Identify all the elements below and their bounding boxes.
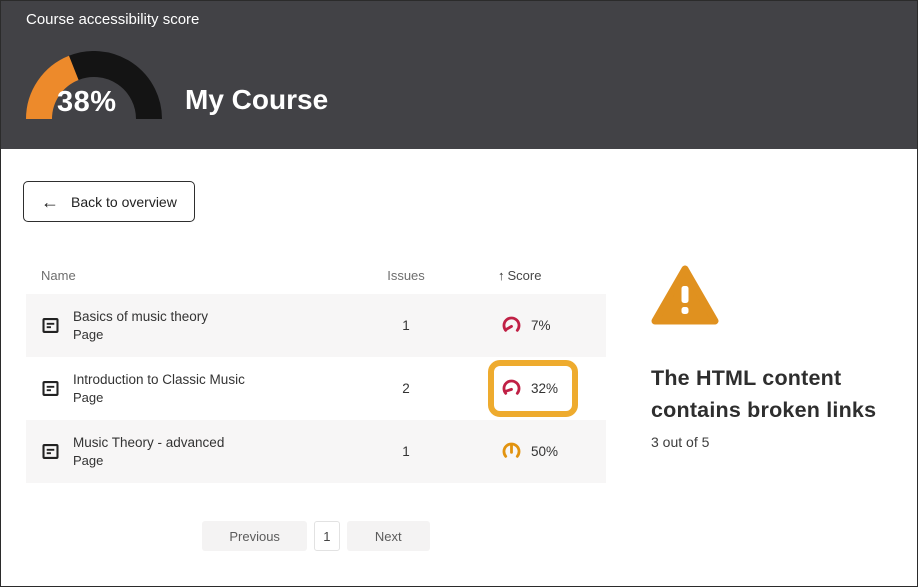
issue-detail-panel: The HTML content contains broken links 3…: [651, 265, 918, 450]
previous-page-button[interactable]: Previous: [202, 521, 307, 551]
issue-count: 3 out of 5: [651, 434, 918, 450]
course-title: My Course: [185, 84, 328, 116]
page-number-button[interactable]: 1: [314, 521, 340, 551]
column-header-issues[interactable]: Issues: [361, 268, 451, 283]
course-header: Course accessibility score 38% My Course: [1, 1, 917, 149]
table-body: Basics of music theory Page 1 7%: [26, 294, 606, 483]
issues-count: 1: [361, 444, 451, 459]
score-cell[interactable]: 7%: [451, 294, 606, 357]
score-value: 7%: [531, 318, 551, 333]
score-value: 50%: [531, 444, 558, 459]
content-name-cell: Basics of music theory Page: [26, 308, 361, 343]
content-title: Introduction to Classic Music: [73, 371, 245, 389]
issue-heading: The HTML content contains broken links: [651, 362, 918, 426]
header-eyebrow-label: Course accessibility score: [26, 11, 199, 28]
content-title: Music Theory - advanced: [73, 434, 224, 452]
content-name-lines: Introduction to Classic Music Page: [73, 371, 245, 406]
back-to-overview-button[interactable]: ← Back to overview: [23, 181, 195, 222]
score-header-label: Score: [508, 268, 542, 283]
content-type: Page: [73, 452, 224, 469]
pagination: Previous 1 Next: [26, 521, 606, 551]
table-header-row: Name Issues ↑ Score: [26, 257, 606, 294]
issues-count: 1: [361, 318, 451, 333]
score-gauge-icon: [501, 315, 522, 336]
table-row[interactable]: Basics of music theory Page 1 7%: [26, 294, 606, 357]
score-cell[interactable]: 32%: [451, 357, 606, 420]
back-button-label: Back to overview: [71, 194, 177, 210]
next-page-button[interactable]: Next: [347, 521, 430, 551]
page-document-icon: [42, 380, 59, 397]
column-header-score[interactable]: ↑ Score: [451, 268, 606, 283]
content-name-lines: Music Theory - advanced Page: [73, 434, 224, 469]
content-title: Basics of music theory: [73, 308, 208, 326]
warning-triangle-icon: [651, 265, 719, 325]
page-document-icon: [42, 443, 59, 460]
app-window: Course accessibility score 38% My Course…: [0, 0, 918, 587]
content-name-cell: Introduction to Classic Music Page: [26, 371, 361, 406]
score-value: 32%: [531, 381, 558, 396]
content-name-lines: Basics of music theory Page: [73, 308, 208, 343]
score-cell[interactable]: 50%: [451, 420, 606, 483]
table-row[interactable]: Introduction to Classic Music Page 2 32%: [26, 357, 606, 420]
accessibility-items-table: Name Issues ↑ Score Basics of music theo…: [26, 257, 606, 483]
content-type: Page: [73, 389, 245, 406]
score-gauge-icon: [501, 378, 522, 399]
table-row[interactable]: Music Theory - advanced Page 1 50%: [26, 420, 606, 483]
column-header-name[interactable]: Name: [26, 268, 361, 283]
sort-ascending-icon: ↑: [498, 268, 505, 283]
score-gauge-icon: [501, 441, 522, 462]
left-arrow-icon: ←: [41, 193, 59, 211]
issues-count: 2: [361, 381, 451, 396]
page-document-icon: [42, 317, 59, 334]
content-name-cell: Music Theory - advanced Page: [26, 434, 361, 469]
content-type: Page: [73, 326, 208, 343]
course-score-value: 38%: [57, 86, 117, 119]
